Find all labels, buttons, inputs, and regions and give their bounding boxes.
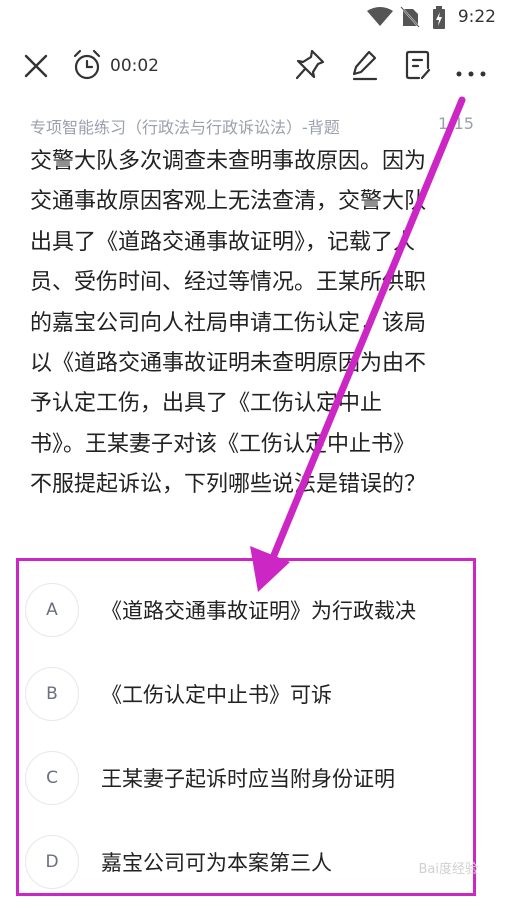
more-icon[interactable] bbox=[456, 62, 486, 81]
page-total: 15 bbox=[453, 114, 474, 133]
top-toolbar: 00:02 bbox=[0, 34, 508, 98]
watermark-logo: Bai度经验 bbox=[418, 862, 479, 877]
option-text: 王某妻子起诉时应当附身份证明 bbox=[101, 767, 395, 791]
question-line: 交警大队多次调查未查明事故原因。因为 bbox=[30, 149, 427, 174]
no-sim-icon bbox=[400, 6, 420, 32]
question-line: 予认定工伤，出具了《工伤认定中止 bbox=[30, 391, 383, 417]
answer-options: A 《道路交通事故证明》为行政裁决 B 《工伤认定中止书》可诉 C 王某妻子起诉… bbox=[16, 558, 476, 896]
battery-charging-icon bbox=[432, 6, 446, 34]
page-indicator: 1/15 bbox=[438, 114, 474, 133]
option-c[interactable]: C 王某妻子起诉时应当附身份证明 bbox=[19, 741, 473, 825]
timer-display: 00:02 bbox=[110, 56, 159, 76]
question-line: 员、受伤时间、经过等情况。王某所供职 bbox=[30, 270, 427, 296]
question-header: 专项智能练习（行政法与行政诉讼法）-背题 1/15 bbox=[0, 110, 508, 142]
option-b[interactable]: B 《工伤认定中止书》可诉 bbox=[19, 657, 473, 741]
practice-title: 专项智能练习（行政法与行政诉讼法）-背题 bbox=[30, 118, 340, 137]
status-time: 9:22 bbox=[457, 7, 496, 27]
option-letter-badge: A bbox=[25, 583, 79, 637]
wifi-icon bbox=[366, 6, 394, 32]
page-current: 1 bbox=[438, 114, 449, 133]
option-letter-badge: C bbox=[25, 751, 79, 805]
pin-icon[interactable] bbox=[294, 48, 326, 86]
option-text: 嘉宝公司可为本案第三人 bbox=[101, 851, 332, 875]
question-text: 交警大队多次调查未查明事故原因。因为 交通事故原因客观上无法查清，交警大队 出具… bbox=[30, 142, 480, 506]
option-text: 《道路交通事故证明》为行政裁决 bbox=[101, 599, 416, 623]
option-a[interactable]: A 《道路交通事故证明》为行政裁决 bbox=[19, 573, 473, 657]
edit-icon[interactable] bbox=[350, 48, 380, 86]
option-d[interactable]: D 嘉宝公司可为本案第三人 bbox=[19, 825, 473, 909]
question-line: 不服提起诉讼，下列哪些说法是错误的？ bbox=[30, 472, 427, 498]
option-text: 《工伤认定中止书》可诉 bbox=[101, 683, 332, 707]
question-line: 交通事故原因客观上无法查清，交警大队 bbox=[30, 189, 427, 215]
option-letter-badge: D bbox=[25, 835, 79, 889]
close-icon[interactable] bbox=[22, 52, 50, 84]
question-line: 出具了《道路交通事故证明》，记载了人 bbox=[30, 229, 416, 255]
alarm-icon[interactable] bbox=[70, 48, 104, 86]
question-line: 书》。王某妻子对该《工伤认定中止书》 bbox=[30, 431, 416, 457]
option-letter-badge: B bbox=[25, 667, 79, 721]
question-line: 的嘉宝公司向人社局申请工伤认定，该局 bbox=[30, 310, 427, 336]
question-line: 以《道路交通事故证明未查明原因为由不 bbox=[30, 350, 427, 376]
status-bar: 9:22 bbox=[0, 0, 508, 34]
note-icon[interactable] bbox=[402, 48, 434, 86]
